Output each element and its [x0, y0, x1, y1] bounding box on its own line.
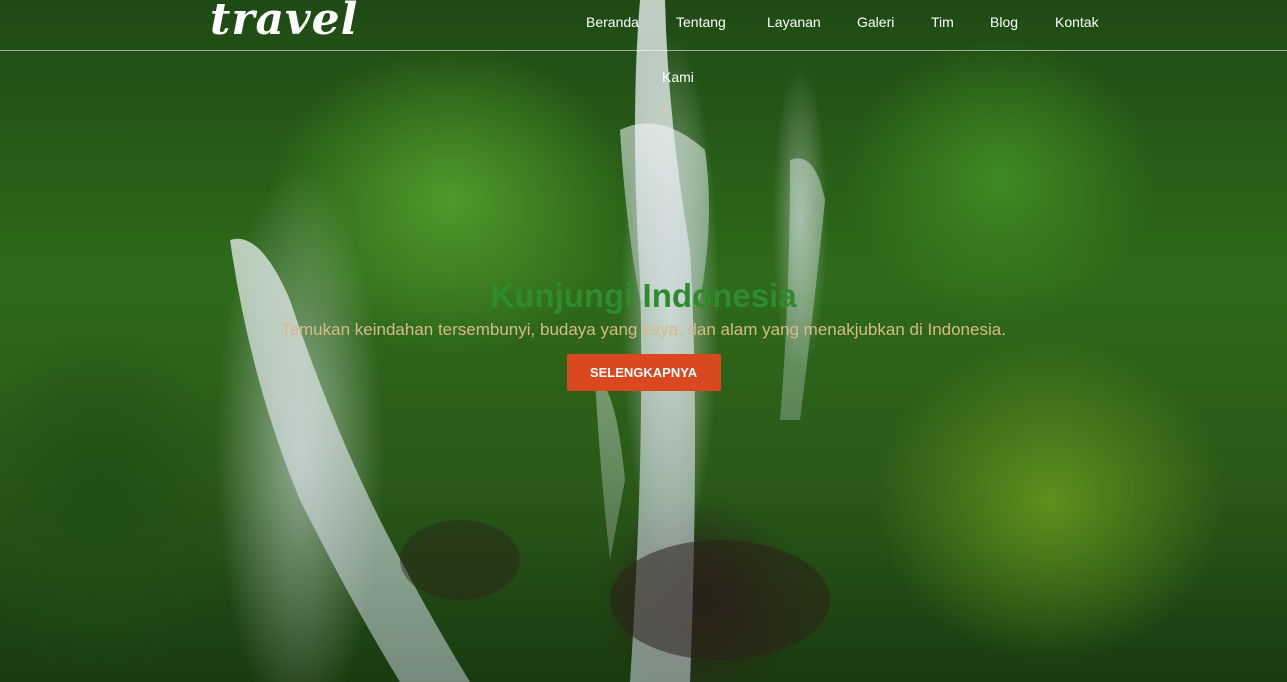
nav-layanan[interactable]: Layanan	[767, 14, 821, 30]
hero-background: travel Beranda Tentang Kami Layanan Gale…	[0, 0, 1287, 682]
top-navbar: travel Beranda Tentang Kami Layanan Gale…	[0, 0, 1287, 85]
nav-tim[interactable]: Tim	[931, 14, 954, 30]
nav-tentang-label: Tentang	[676, 14, 726, 30]
travel-logo[interactable]: travel	[210, 0, 358, 45]
hero-title: Kunjungi Indonesia	[490, 277, 797, 314]
selengkapnya-button[interactable]: SELENGKAPNYA	[566, 354, 721, 391]
nav-kontak[interactable]: Kontak	[1055, 14, 1099, 30]
nav-tentang-kami[interactable]: Tentang Kami	[662, 14, 736, 85]
nav-kami-label: Kami	[662, 69, 694, 85]
hero-subtitle: Temukan keindahan tersembunyi, budaya ya…	[281, 320, 1006, 339]
hero-content: Kunjungi Indonesia Temukan keindahan ter…	[0, 276, 1287, 391]
nav-blog[interactable]: Blog	[990, 14, 1018, 30]
nav-beranda[interactable]: Beranda	[586, 14, 639, 30]
nav-galeri[interactable]: Galeri	[857, 14, 894, 30]
